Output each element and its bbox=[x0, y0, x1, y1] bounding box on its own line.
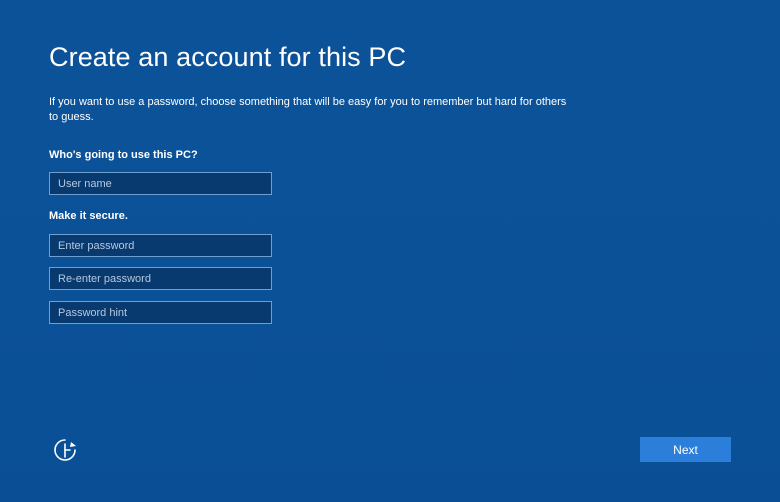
password-hint-input[interactable] bbox=[49, 301, 272, 324]
next-button[interactable]: Next bbox=[640, 437, 731, 462]
reenter-password-input[interactable] bbox=[49, 267, 272, 290]
ease-of-access-button[interactable] bbox=[51, 437, 79, 463]
page-title: Create an account for this PC bbox=[49, 42, 407, 72]
password-input[interactable] bbox=[49, 234, 272, 257]
ease-of-access-icon bbox=[54, 439, 76, 461]
intro-text: If you want to use a password, choose so… bbox=[49, 96, 567, 123]
username-input[interactable] bbox=[49, 172, 272, 195]
setup-page: Create an account for this PC If you wan… bbox=[0, 0, 780, 502]
secure-label: Make it secure. bbox=[49, 210, 128, 222]
who-label: Who's going to use this PC? bbox=[49, 149, 198, 161]
